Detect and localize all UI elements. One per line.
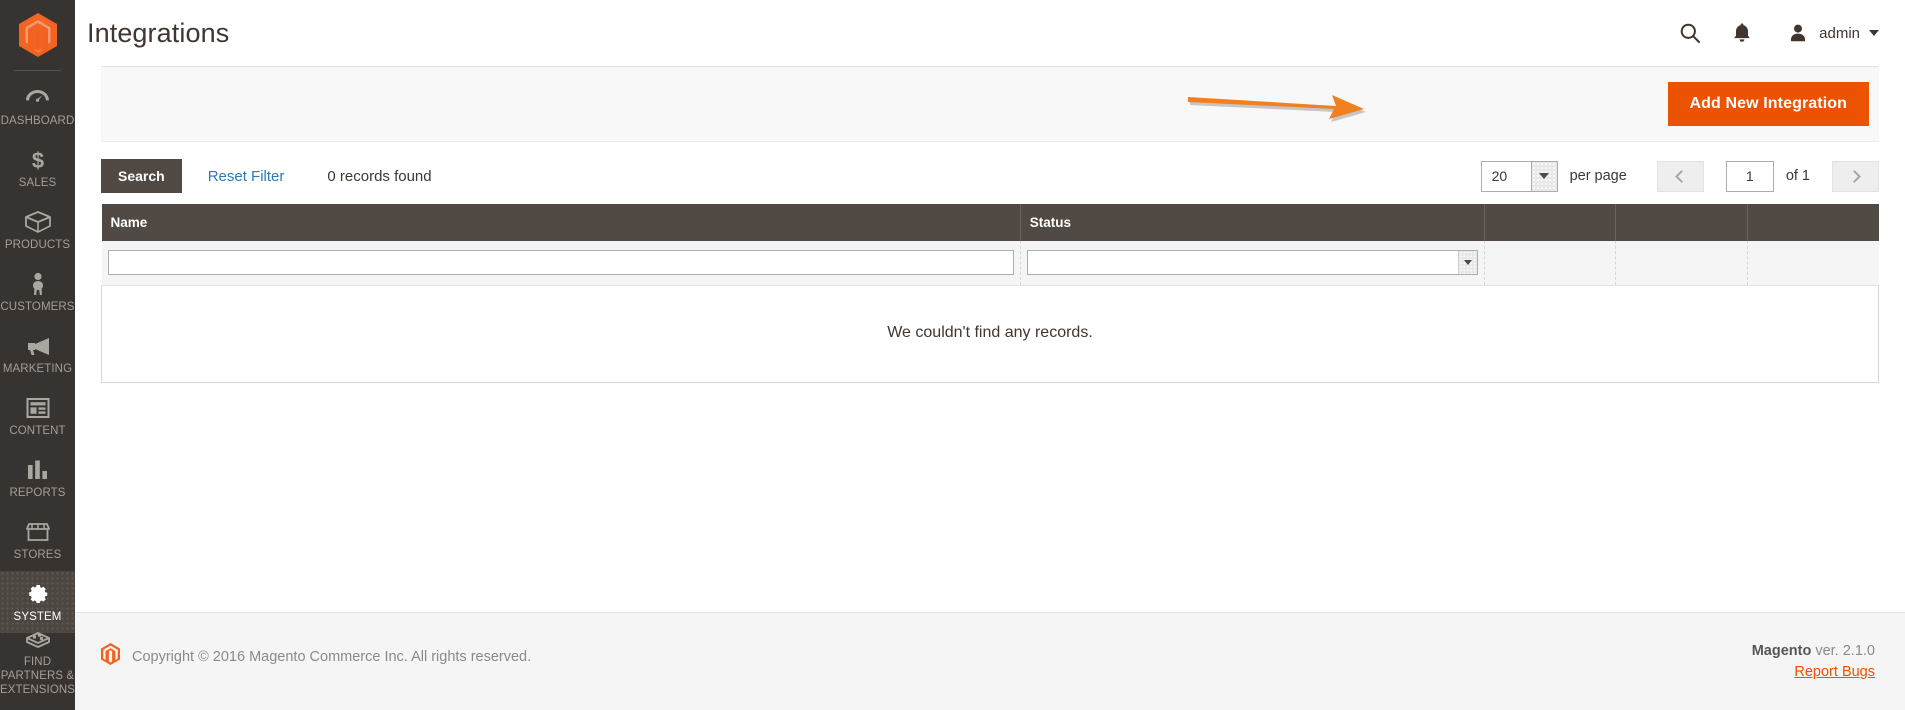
page-content: Add New Integration Search Reset Filter … (75, 66, 1905, 612)
sidebar-item-products[interactable]: PRODUCTS (0, 199, 75, 261)
next-page-button[interactable] (1832, 160, 1879, 192)
svg-text:$: $ (31, 148, 43, 172)
annotation-arrow-icon (1188, 95, 1366, 122)
footer-left: Copyright © 2016 Magento Commerce Inc. A… (101, 643, 531, 670)
grid-header: Name Status (101, 204, 1879, 241)
bell-icon[interactable] (1729, 20, 1755, 46)
sidebar-item-label: FIND PARTNERS & EXTENSIONS (0, 656, 75, 696)
filter-cell-blank-2 (1615, 241, 1748, 286)
per-page-value: 20 (1491, 168, 1508, 184)
pager: 20 per page of 1 (1480, 160, 1879, 192)
sidebar-item-customers[interactable]: CUSTOMERS (0, 261, 75, 323)
sidebar-item-label: CUSTOMERS (0, 300, 75, 313)
sidebar-item-stores[interactable]: STORES (0, 509, 75, 571)
column-header-name[interactable]: Name (101, 204, 1021, 241)
copyright-text: Copyright © 2016 Magento Commerce Inc. A… (132, 648, 532, 665)
page-title: Integrations (87, 17, 230, 48)
top-header: Integrations admin (75, 0, 1905, 66)
empty-message: We couldn't find any records. (101, 285, 1879, 383)
magento-logo[interactable] (0, 0, 75, 70)
add-new-integration-button[interactable]: Add New Integration (1667, 82, 1869, 126)
chevron-down-icon (1869, 30, 1879, 36)
page-footer: Copyright © 2016 Magento Commerce Inc. A… (75, 612, 1905, 710)
page-number-input[interactable] (1725, 160, 1774, 192)
version-line: Magento ver. 2.1.0 (1752, 643, 1875, 659)
name-filter-input[interactable] (107, 250, 1014, 276)
column-header-status[interactable]: Status (1020, 204, 1486, 241)
chevron-left-icon (1675, 169, 1689, 183)
chevron-down-icon (1458, 251, 1478, 275)
filter-cell-blank-1 (1484, 241, 1617, 286)
sidebar-item-dashboard[interactable]: DASHBOARD (0, 75, 75, 137)
sidebar-item-label: SYSTEM (13, 610, 62, 623)
per-page-label: per page (1569, 168, 1627, 184)
sidebar-item-marketing[interactable]: MARKETING (0, 323, 75, 385)
version-brand: Magento (1751, 643, 1812, 659)
report-bugs-link[interactable]: Report Bugs (1752, 664, 1875, 680)
column-header-blank-3 (1747, 204, 1879, 241)
sidebar-item-label: SALES (18, 176, 57, 189)
sidebar-item-system[interactable]: SYSTEM (0, 571, 75, 633)
box-icon (24, 209, 51, 235)
filter-cell-status (1020, 241, 1486, 286)
chevron-right-icon (1847, 169, 1861, 183)
footer-right: Magento ver. 2.1.0 Report Bugs (1752, 643, 1879, 680)
per-page-select[interactable]: 20 (1480, 160, 1558, 192)
admin-user-label: admin (1819, 24, 1860, 42)
layout-icon (26, 395, 50, 421)
bar-chart-icon (26, 457, 50, 483)
admin-user-menu[interactable]: admin (1781, 20, 1879, 46)
grid-header-row: Name Status (101, 204, 1879, 241)
chevron-down-icon (1530, 161, 1557, 191)
primary-sidebar: DASHBOARD $ SALES PRODUCTS CUSTOMERS MAR… (0, 0, 75, 710)
sidebar-item-label: DASHBOARD (0, 114, 75, 127)
sidebar-item-reports[interactable]: REPORTS (0, 447, 75, 509)
page-total-label: of 1 (1785, 168, 1810, 184)
records-found-count: 0 records found (327, 167, 432, 185)
avatar (1785, 20, 1811, 46)
sidebar-item-label: MARKETING (2, 362, 73, 375)
magento-logo-small (101, 643, 120, 670)
status-filter-select[interactable] (1026, 250, 1479, 276)
grid-empty-row: We couldn't find any records. (101, 285, 1879, 383)
brick-icon (25, 631, 51, 651)
megaphone-icon (25, 333, 51, 359)
status-filter-value (1028, 251, 1458, 274)
gear-icon (26, 581, 50, 607)
sidebar-item-label: REPORTS (9, 486, 66, 499)
grid-body: We couldn't find any records. (101, 241, 1879, 383)
page-actions-bar: Add New Integration (101, 66, 1879, 142)
grid-filter-row (101, 241, 1879, 286)
admin-app: DASHBOARD $ SALES PRODUCTS CUSTOMERS MAR… (0, 0, 1905, 710)
sidebar-item-sales[interactable]: $ SALES (0, 137, 75, 199)
grid-toolbar: Search Reset Filter 0 records found 20 p… (101, 142, 1879, 204)
main-area: Integrations admin Add New Integration S… (75, 0, 1905, 710)
version-text: ver. 2.1.0 (1811, 643, 1875, 659)
sidebar-item-content[interactable]: CONTENT (0, 385, 75, 447)
filter-cell-name (101, 241, 1021, 286)
reset-filter-link[interactable]: Reset Filter (208, 168, 285, 185)
dollar-icon: $ (28, 147, 48, 173)
filter-cell-blank-3 (1747, 241, 1879, 286)
sidebar-divider (14, 70, 61, 71)
dashboard-icon (25, 85, 50, 111)
column-header-blank-2 (1615, 204, 1748, 241)
person-icon (29, 271, 47, 297)
integrations-grid: Name Status We couldn't find any records… (101, 204, 1879, 383)
sidebar-item-label: PRODUCTS (4, 238, 71, 251)
search-button[interactable]: Search (101, 159, 182, 193)
column-header-blank-1 (1484, 204, 1617, 241)
sidebar-item-label: CONTENT (9, 424, 66, 437)
previous-page-button[interactable] (1656, 160, 1704, 192)
header-actions: admin (1677, 20, 1879, 46)
sidebar-item-find-partners-extensions[interactable]: FIND PARTNERS & EXTENSIONS (0, 631, 75, 696)
sidebar-item-label: STORES (13, 548, 62, 561)
search-icon[interactable] (1677, 20, 1703, 46)
storefront-icon (25, 519, 51, 545)
